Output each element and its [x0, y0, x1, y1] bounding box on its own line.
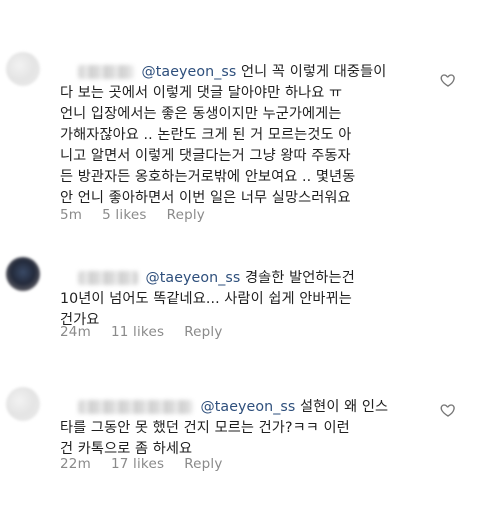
comment-item: @taeyeon_ss 경솔한 발언하는건 10년이 넘어도 똑같네요... 사…: [0, 240, 480, 355]
reply-button[interactable]: Reply: [184, 324, 222, 340]
reply-button[interactable]: Reply: [184, 456, 222, 472]
avatar[interactable]: [6, 52, 40, 86]
comment-body: @taeyeon_ss 설현이 왜 인스 타를 그동안 못 했던 건지 모르는 …: [60, 376, 440, 460]
avatar[interactable]: [6, 257, 40, 291]
avatar[interactable]: [6, 387, 40, 421]
likes-count[interactable]: 17 likes: [111, 456, 164, 472]
heart-outline-icon[interactable]: [440, 72, 456, 88]
comment-item: @taeyeon_ss 설현이 왜 인스 타를 그동안 못 했던 건지 모르는 …: [0, 355, 480, 512]
username-redacted[interactable]: [78, 271, 139, 285]
mention-link[interactable]: @taeyeon_ss: [200, 399, 295, 415]
username-redacted[interactable]: [78, 65, 135, 79]
comment-item: @taeyeon_ss 언니 꼭 이렇게 대중들이 다 보는 곳에서 이렇게 댓…: [0, 0, 480, 240]
mention-link[interactable]: @taeyeon_ss: [145, 270, 240, 286]
comment-text: 10년이 넘어도 똑같네요... 사람이 쉽게 안바뀌는 건가요: [60, 291, 352, 328]
likes-count[interactable]: 11 likes: [111, 324, 164, 340]
comment-text-first-line: 설현이 왜 인스: [295, 399, 389, 415]
comment-meta: 24m 11 likes Reply: [60, 324, 223, 340]
comment-timestamp: 22m: [60, 456, 91, 472]
username-redacted[interactable]: [78, 400, 194, 414]
likes-count[interactable]: 5 likes: [102, 207, 146, 223]
comment-body: @taeyeon_ss 경솔한 발언하는건 10년이 넘어도 똑같네요... 사…: [60, 247, 440, 331]
comment-text: 다 보는 곳에서 이렇게 댓글 달아야만 하나요 ㅠ 언니 입장에서는 좋은 동…: [60, 85, 356, 206]
heart-outline-icon[interactable]: [440, 402, 456, 418]
comment-text: 타를 그동안 못 했던 건지 모르는 건가?ㅋㅋ 이런 건 카톡으로 좀 하세요: [60, 420, 350, 457]
mention-link[interactable]: @taeyeon_ss: [141, 64, 236, 80]
comment-meta: 22m 17 likes Reply: [60, 456, 223, 472]
comment-body: @taeyeon_ss 언니 꼭 이렇게 대중들이 다 보는 곳에서 이렇게 댓…: [60, 41, 440, 209]
comment-timestamp: 24m: [60, 324, 91, 340]
comment-text-first-line: 경솔한 발언하는건: [240, 270, 355, 286]
comment-timestamp: 5m: [60, 207, 83, 223]
reply-button[interactable]: Reply: [167, 207, 205, 223]
comment-meta: 5m 5 likes Reply: [60, 207, 205, 223]
comment-text-first-line: 언니 꼭 이렇게 대중들이: [236, 64, 387, 80]
